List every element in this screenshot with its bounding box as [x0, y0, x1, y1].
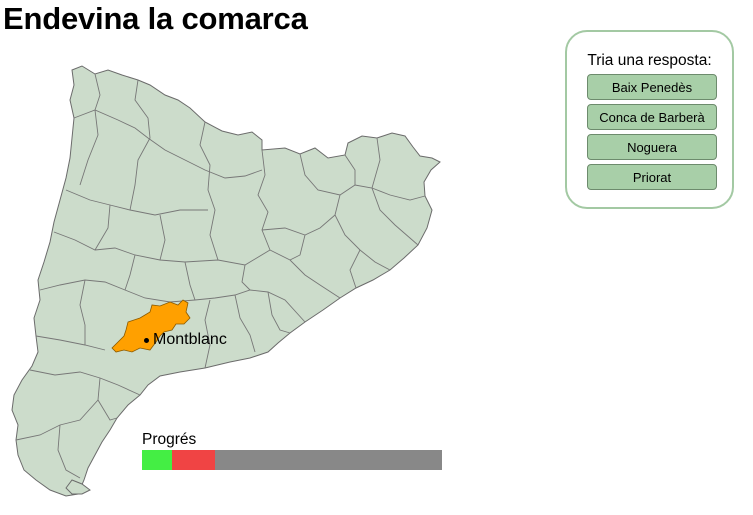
answer-option-1[interactable]: Baix Penedès: [587, 74, 717, 100]
progress-correct-segment: [142, 450, 172, 470]
answer-prompt: Tria una resposta:: [587, 52, 712, 69]
progress-label: Progrés: [142, 431, 197, 448]
answer-option-4[interactable]: Priorat: [587, 164, 717, 190]
progress-bar: [142, 450, 442, 470]
answer-option-2[interactable]: Conca de Barberà: [587, 104, 717, 130]
catalonia-map: [11, 65, 441, 497]
map-land: [11, 65, 441, 497]
map-pin-dot: [144, 338, 149, 343]
catalonia-outline: [11, 65, 441, 497]
answer-panel: Tria una resposta: Baix Penedès Conca de…: [565, 30, 734, 209]
capital-label: Montblanc: [153, 331, 227, 348]
progress-wrong-segment: [172, 450, 215, 470]
answer-option-3[interactable]: Noguera: [587, 134, 717, 160]
page-title: Endevina la comarca: [3, 1, 308, 36]
